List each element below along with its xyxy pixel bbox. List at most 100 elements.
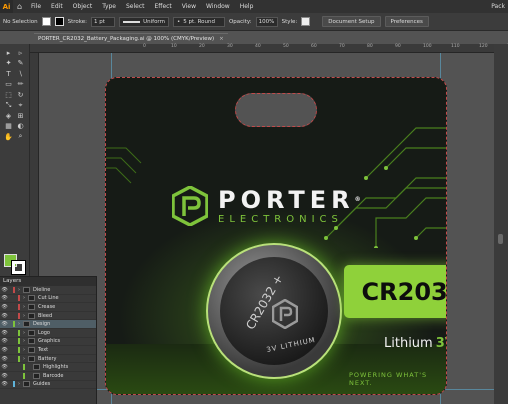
layer-row[interactable]: 👁 › Design	[0, 320, 96, 329]
stroke-weight-input[interactable]: 1 pt	[90, 16, 115, 27]
layers-panel: Layers 👁 › Dieline 👁 › Cut Line 👁 › Crease 👁 › Blee…	[0, 276, 97, 404]
tool-13-icon[interactable]: ⊞	[15, 111, 26, 120]
visibility-eye-icon[interactable]: 👁	[0, 356, 9, 362]
graphic-style-swatch[interactable]	[301, 17, 311, 26]
tool-4-icon[interactable]: T	[3, 69, 14, 78]
tool-17-icon[interactable]: ⌕	[15, 132, 26, 141]
preferences-button[interactable]: Preferences	[384, 16, 429, 27]
visibility-eye-icon[interactable]: 👁	[0, 338, 9, 344]
layer-row[interactable]: 👁 › Bleed	[0, 312, 96, 321]
layer-color-bar	[13, 321, 15, 328]
visibility-eye-icon[interactable]: 👁	[0, 304, 9, 310]
tool-11-icon[interactable]: ⌖	[15, 101, 26, 110]
layer-row[interactable]: 👁 Highlights	[0, 363, 96, 372]
registered-mark: ®	[354, 195, 366, 203]
menu-window[interactable]: Window	[201, 0, 235, 13]
tool-15-icon[interactable]: ◐	[15, 122, 26, 131]
layer-row[interactable]: 👁 › Battery	[0, 355, 96, 364]
visibility-eye-icon[interactable]: 👁	[0, 364, 9, 370]
visibility-eye-icon[interactable]: 👁	[0, 287, 9, 293]
close-tab-icon[interactable]: ×	[219, 36, 224, 42]
menu-help[interactable]: Help	[235, 0, 259, 13]
menu-select[interactable]: Select	[121, 0, 150, 13]
document-tab-title: PORTER_CR2032_Battery_Packaging.ai @ 100…	[38, 36, 215, 42]
layer-row[interactable]: 👁 › Cut Line	[0, 295, 96, 304]
stroke-profile-value: Uniform	[143, 18, 165, 25]
layer-row[interactable]: 👁 › Guides	[0, 381, 96, 390]
tool-12-icon[interactable]: ◈	[3, 111, 14, 120]
menu-view[interactable]: View	[177, 0, 201, 13]
visibility-eye-icon[interactable]: 👁	[0, 321, 9, 327]
layer-row[interactable]: 👁 › Dieline	[0, 286, 96, 295]
style-label: Style:	[281, 18, 298, 25]
layer-row[interactable]: 👁 Barcode	[0, 372, 96, 381]
layer-color-bar	[18, 355, 20, 362]
visibility-eye-icon[interactable]: 👁	[0, 381, 9, 387]
tool-3-icon[interactable]: ✎	[15, 59, 26, 68]
tool-16-icon[interactable]: ✋	[3, 132, 14, 141]
menu-effect[interactable]: Effect	[150, 0, 177, 13]
layer-thumbnail	[28, 303, 35, 310]
layer-name: Text	[38, 346, 49, 353]
ruler-number: 20	[199, 44, 205, 49]
layer-name: Crease	[38, 303, 56, 310]
document-setup-button[interactable]: Document Setup	[322, 16, 381, 27]
fill-color-swatch[interactable]	[41, 17, 51, 26]
visibility-eye-icon[interactable]: 👁	[0, 347, 9, 353]
brush-dot-icon: •	[176, 18, 181, 25]
visibility-eye-icon[interactable]: 👁	[0, 330, 9, 336]
document-tab[interactable]: PORTER_CR2032_Battery_Packaging.ai @ 100…	[34, 33, 228, 44]
layer-thumbnail	[28, 346, 35, 353]
menu-file[interactable]: File	[26, 0, 46, 13]
brush-select[interactable]: • 5 pt. Round	[172, 16, 225, 27]
layer-thumbnail	[28, 312, 35, 319]
tool-5-icon[interactable]: ∖	[15, 69, 26, 78]
layer-color-bar	[13, 286, 15, 293]
vertical-scrollbar[interactable]	[494, 44, 508, 404]
layer-name: Design	[33, 321, 51, 328]
opacity-label: Opacity:	[228, 18, 252, 25]
stroke-color-swatch[interactable]	[54, 17, 64, 26]
brand-logo: PORTER® ELECTRONICS	[172, 186, 366, 226]
tool-9-icon[interactable]: ↻	[15, 90, 26, 99]
artboard-canvas[interactable]: PORTER® ELECTRONICS CR2032 + 3V LITHIUM …	[39, 53, 494, 404]
tools-panel: ▸ ▹ ✦ ✎ T ∖ ▭ ✏ ⬚ ↻ ⤡ ⌖ ◈ ⊞ ▦ ◐ ✋ ⌕	[0, 44, 30, 286]
brand-text: PORTER® ELECTRONICS	[218, 188, 366, 225]
ruler-number: 40	[255, 44, 261, 49]
layer-name: Barcode	[43, 372, 64, 379]
layers-panel-title: Layers	[0, 277, 96, 286]
tool-10-icon[interactable]: ⤡	[3, 101, 14, 110]
layer-row[interactable]: 👁 › Logo	[0, 329, 96, 338]
ruler-number: 120	[479, 44, 488, 49]
opacity-input[interactable]: 100%	[255, 16, 278, 27]
layer-name: Bleed	[38, 312, 53, 319]
stroke-swatch[interactable]	[11, 260, 26, 275]
ruler-number: 0	[143, 44, 146, 49]
tool-6-icon[interactable]: ▭	[3, 80, 14, 89]
layer-color-bar	[23, 372, 25, 379]
menu-type[interactable]: Type	[97, 0, 121, 13]
layer-row[interactable]: 👁 › Crease	[0, 303, 96, 312]
tool-14-icon[interactable]: ▦	[3, 122, 14, 131]
stroke-profile-select[interactable]: Uniform	[118, 16, 169, 27]
menu-object[interactable]: Object	[68, 0, 98, 13]
visibility-eye-icon[interactable]: 👁	[0, 313, 9, 319]
tool-8-icon[interactable]: ⬚	[3, 90, 14, 99]
tool-7-icon[interactable]: ✏	[15, 80, 26, 89]
visibility-eye-icon[interactable]: 👁	[0, 295, 9, 301]
workspace-label[interactable]: Pack	[491, 3, 508, 10]
home-icon[interactable]: ⌂	[13, 0, 26, 13]
layer-row[interactable]: 👁 › Text	[0, 346, 96, 355]
opacity-value: 100%	[258, 18, 275, 25]
layer-color-bar	[18, 338, 20, 345]
scroll-thumb[interactable]	[498, 234, 503, 244]
layer-row[interactable]: 👁 › Graphics	[0, 338, 96, 347]
visibility-eye-icon[interactable]: 👁	[0, 373, 9, 379]
layer-thumbnail	[28, 355, 35, 362]
ruler-number: 80	[367, 44, 373, 49]
menu-edit[interactable]: Edit	[46, 0, 68, 13]
tool-2-icon[interactable]: ✦	[3, 59, 14, 68]
brand-subtitle: ELECTRONICS	[218, 213, 343, 225]
tool-1-icon[interactable]: ▹	[15, 48, 26, 57]
tool-0-icon[interactable]: ▸	[3, 48, 14, 57]
